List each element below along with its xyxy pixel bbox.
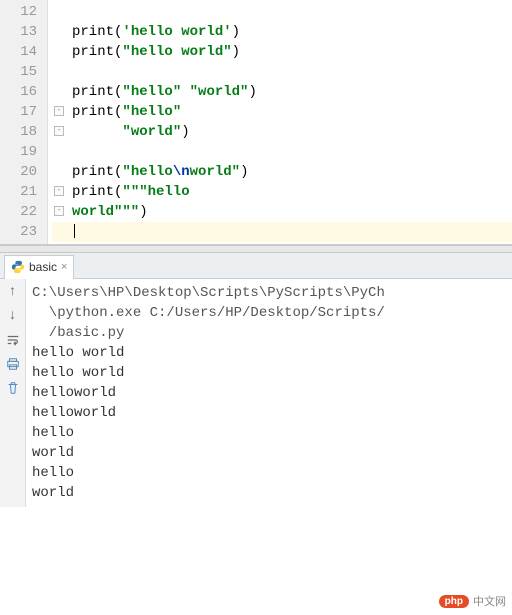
line-number: 19: [6, 142, 37, 162]
console-pane: ↑ ↓ C:\Users\HP\Desktop\Scripts\PyScript…: [0, 279, 512, 507]
arrow-down-icon: ↓: [8, 308, 16, 324]
code-line[interactable]: - "world"): [52, 122, 512, 142]
console-line: \python.exe C:/Users/HP/Desktop/Scripts/: [32, 303, 506, 323]
fold-icon[interactable]: -: [54, 106, 64, 116]
console-line: hello world: [32, 363, 506, 383]
fold-icon[interactable]: -: [54, 126, 64, 136]
code-line[interactable]: -print("hello": [52, 102, 512, 122]
soft-wrap-button[interactable]: [4, 331, 22, 349]
watermark: php 中文网: [439, 593, 506, 609]
console-line: helloworld: [32, 403, 506, 423]
console-line: hello world: [32, 343, 506, 363]
trash-button[interactable]: [4, 379, 22, 397]
line-number: 13: [6, 22, 37, 42]
line-number: 12: [6, 2, 37, 22]
console-line: hello: [32, 423, 506, 443]
tab-label: basic: [29, 260, 57, 274]
tab-basic[interactable]: basic ×: [4, 255, 74, 279]
line-number-gutter: 121314151617181920212223: [0, 0, 48, 244]
caret: [74, 224, 75, 238]
print-button[interactable]: [4, 355, 22, 373]
line-number: 23: [6, 222, 37, 242]
watermark-badge: php: [439, 595, 469, 608]
line-number: 16: [6, 82, 37, 102]
console-line: hello: [32, 463, 506, 483]
code-line[interactable]: -world"""): [52, 202, 512, 222]
code-line[interactable]: [52, 62, 512, 82]
code-line[interactable]: print("hello world"): [52, 42, 512, 62]
console-line: C:\Users\HP\Desktop\Scripts\PyScripts\Py…: [32, 283, 506, 303]
wrap-icon: [6, 333, 20, 347]
code-line[interactable]: [52, 222, 512, 242]
line-number: 14: [6, 42, 37, 62]
watermark-text: 中文网: [473, 593, 506, 609]
code-line[interactable]: -print("""hello: [52, 182, 512, 202]
printer-icon: [6, 357, 20, 371]
run-tab-bar: basic ×: [0, 253, 512, 279]
code-line[interactable]: print("hello\nworld"): [52, 162, 512, 182]
trash-icon: [6, 381, 20, 395]
line-number: 15: [6, 62, 37, 82]
code-editor[interactable]: 121314151617181920212223 print('hello wo…: [0, 0, 512, 245]
pane-divider[interactable]: [0, 245, 512, 253]
line-number: 20: [6, 162, 37, 182]
line-number: 21: [6, 182, 37, 202]
code-area[interactable]: print('hello world')print("hello world")…: [48, 0, 512, 244]
line-number: 18: [6, 122, 37, 142]
python-icon: [11, 260, 25, 274]
console-line: /basic.py: [32, 323, 506, 343]
scroll-up-button[interactable]: ↑: [4, 283, 22, 301]
code-line[interactable]: print("hello" "world"): [52, 82, 512, 102]
console-output[interactable]: C:\Users\HP\Desktop\Scripts\PyScripts\Py…: [26, 279, 512, 507]
console-line: world: [32, 483, 506, 503]
console-line: helloworld: [32, 383, 506, 403]
fold-icon[interactable]: -: [54, 206, 64, 216]
line-number: 22: [6, 202, 37, 222]
console-toolbar: ↑ ↓: [0, 279, 26, 507]
scroll-down-button[interactable]: ↓: [4, 307, 22, 325]
fold-icon[interactable]: -: [54, 186, 64, 196]
code-line[interactable]: print('hello world'): [52, 22, 512, 42]
code-line[interactable]: [52, 142, 512, 162]
console-line: world: [32, 443, 506, 463]
arrow-up-icon: ↑: [8, 284, 16, 300]
code-line[interactable]: [52, 2, 512, 22]
line-number: 17: [6, 102, 37, 122]
close-icon[interactable]: ×: [61, 261, 67, 273]
